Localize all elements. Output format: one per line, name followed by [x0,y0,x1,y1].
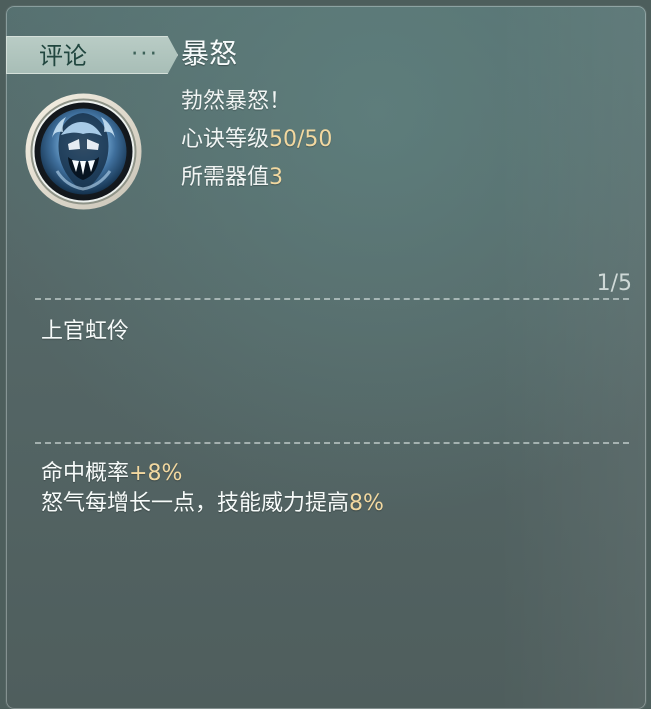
effects-list: 命中概率+8% 怒气每增长一点，技能威力提高8% [41,459,384,519]
review-tab[interactable]: 评论 ··· [6,36,178,74]
panel-highlight [496,6,646,709]
fanged-mask-icon[interactable] [23,91,144,212]
effect-power-bonus-value: 8% [349,491,384,516]
section-divider-bottom [35,442,629,444]
skill-level-label: 心诀等级 [181,127,270,152]
skill-description: 勃然暴怒！ [181,89,292,114]
more-dots-icon: ··· [131,41,159,67]
reviewer-name: 上官虹伶 [41,319,130,344]
skill-title: 暴怒 [181,37,238,70]
skill-level-line: 心诀等级50/50 [181,126,332,154]
skill-cost-line: 所需器值3 [181,164,283,192]
review-page-indicator: 1/5 [596,271,632,296]
effect-hit-rate-label: 命中概率 [41,461,130,486]
effect-power-bonus: 怒气每增长一点，技能威力提高8% [41,489,384,519]
effect-hit-rate: 命中概率+8% [41,459,384,489]
skill-cost-label: 所需器值 [181,165,270,190]
tab-review-label: 评论 [39,42,87,70]
skill-level-value: 50/50 [269,127,333,152]
effect-hit-rate-value: +8% [129,461,183,486]
section-divider-top [35,298,629,300]
skill-review-panel: 评论 ··· 暴怒 勃然暴怒！ 心诀等级50/50 所需器值3 1/5 上官虹伶… [6,6,646,709]
skill-cost-value: 3 [269,165,284,190]
effect-power-bonus-label: 怒气每增长一点，技能威力提高 [41,491,350,516]
